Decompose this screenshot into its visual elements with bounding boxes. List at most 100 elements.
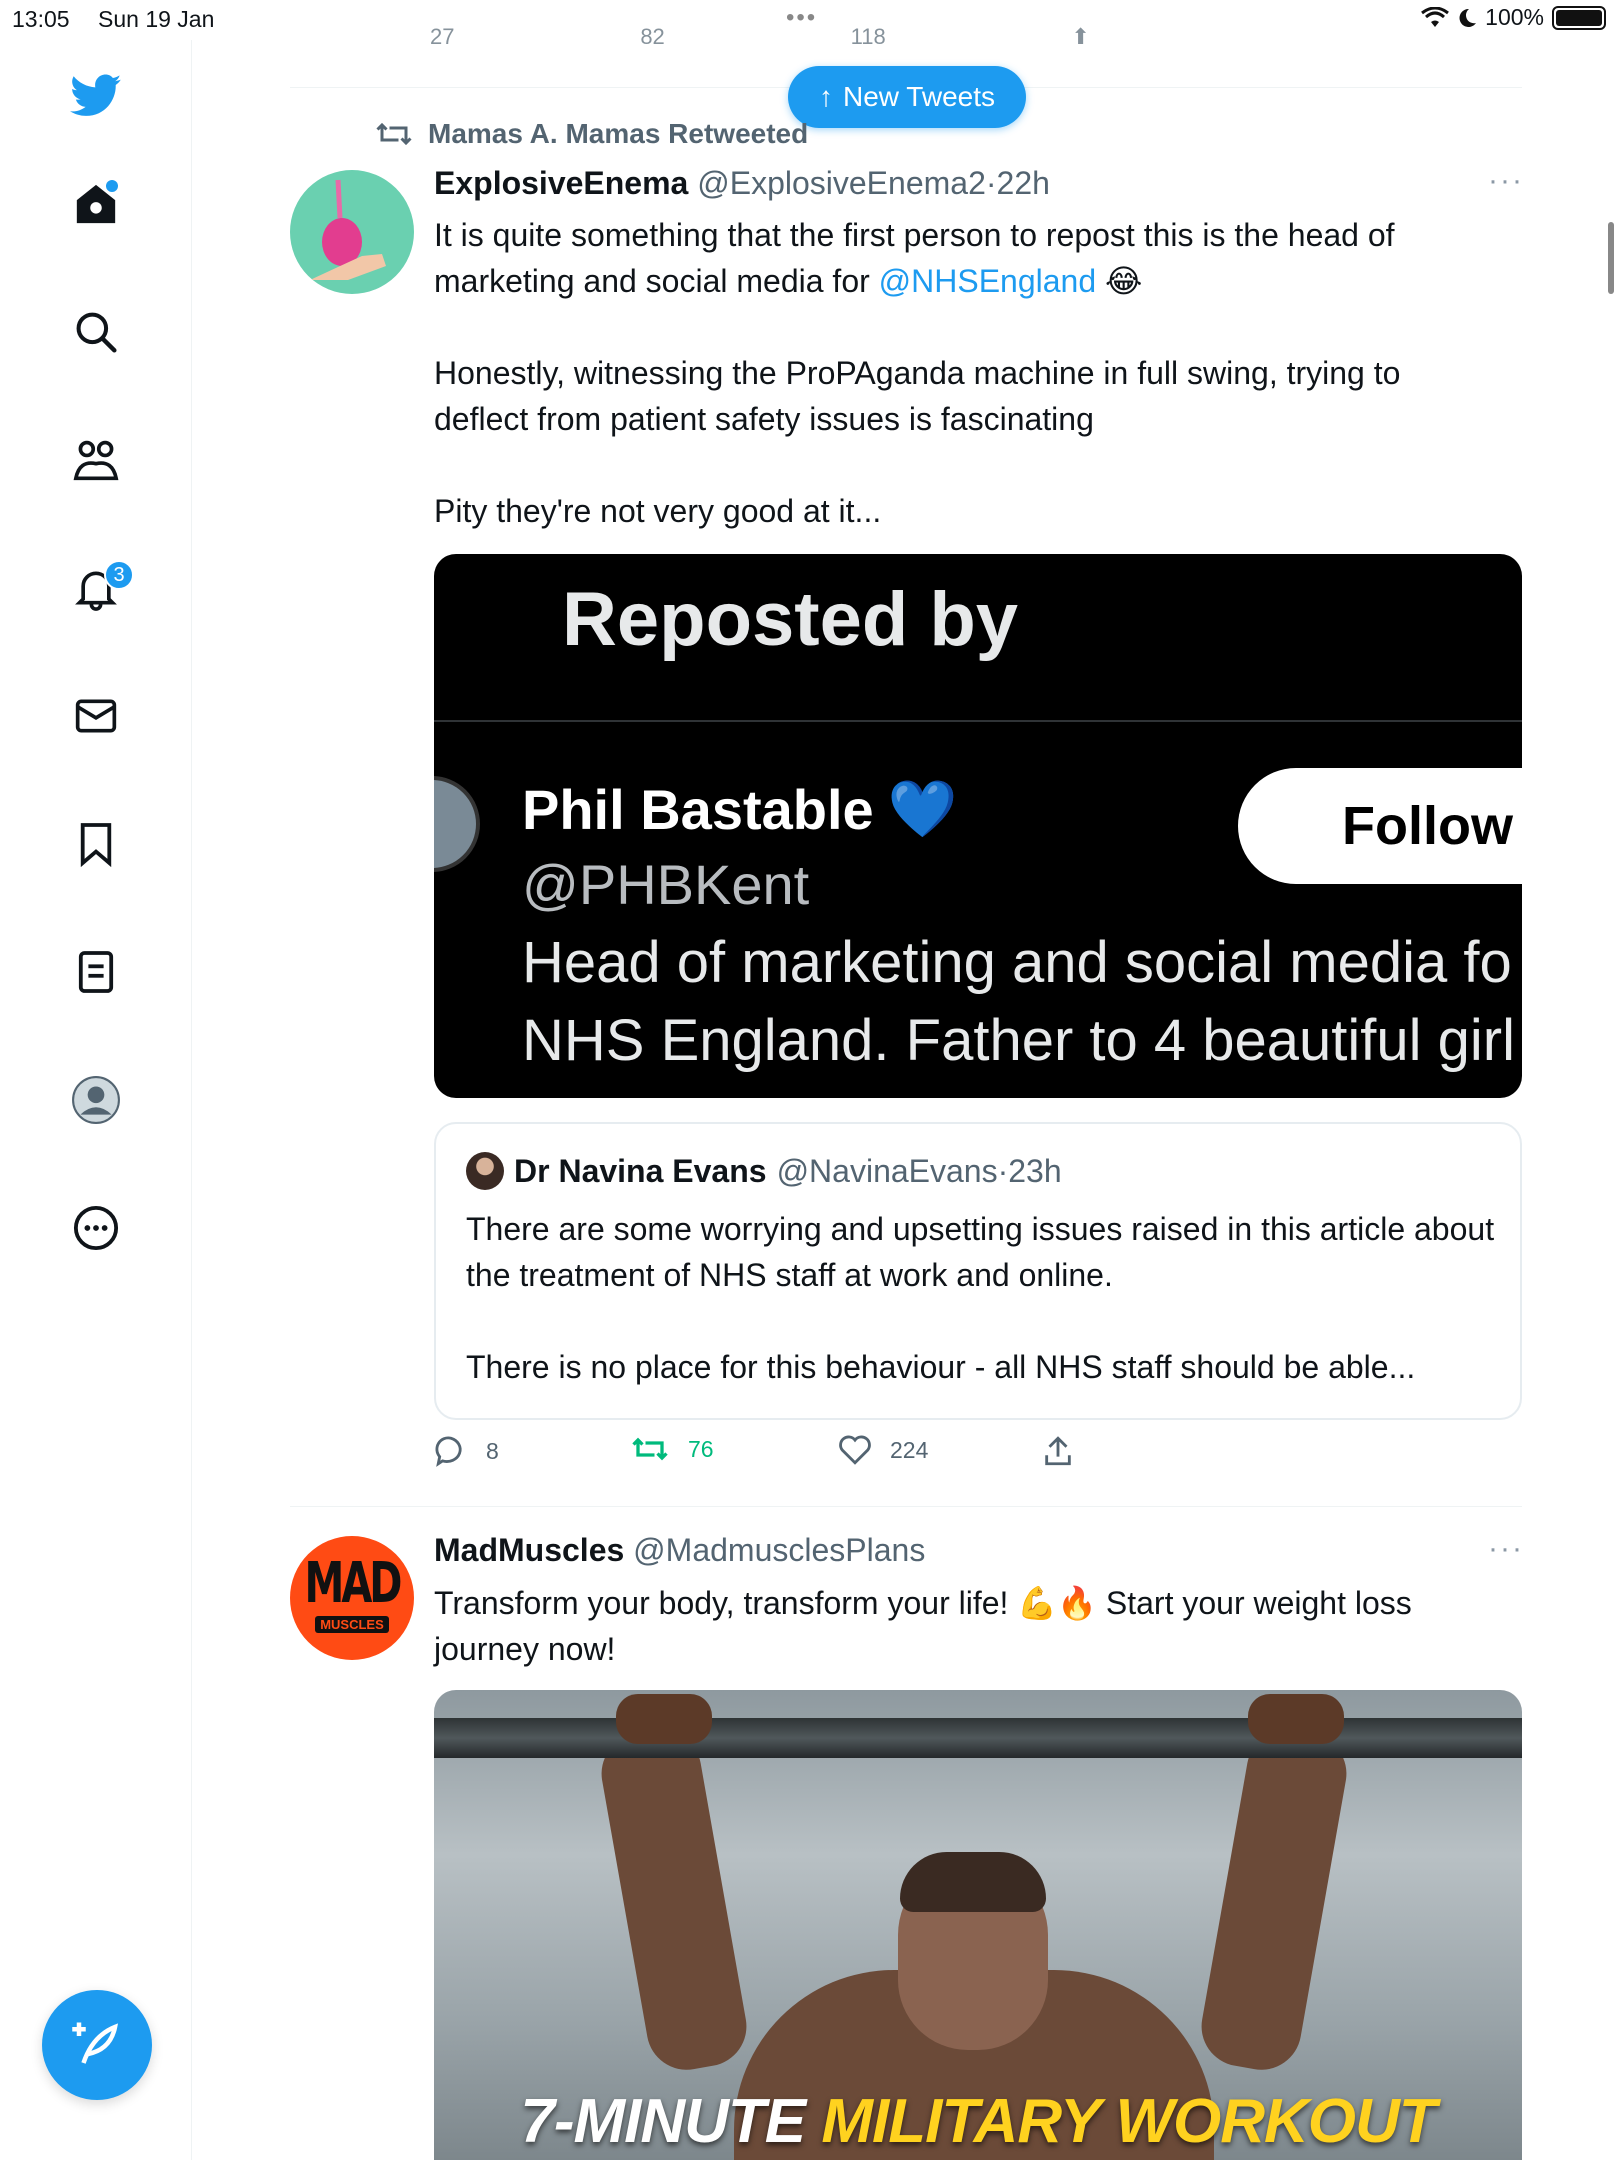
profile-avatar-icon [72, 1076, 120, 1124]
home-unread-dot [106, 180, 118, 192]
nav-lists[interactable] [64, 940, 128, 1004]
retweet-button[interactable]: 76 [630, 1434, 714, 1464]
nav-bookmarks[interactable] [64, 812, 128, 876]
quoted-author-avatar [466, 1152, 504, 1190]
tweet-paragraph-1: It is quite something that the first per… [434, 212, 1494, 304]
image-header-text: Reposted by [562, 577, 1019, 662]
tweet2-header: MadMuscles @MadmusclesPlans [434, 1532, 925, 1569]
tweet-header: ExplosiveEnema @ExplosiveEnema2·22h [434, 165, 1050, 202]
quoted-paragraph-2: There is no place for this behaviour - a… [466, 1349, 1416, 1385]
caption-yellow: MILITARY WORKOUT [821, 2087, 1436, 2156]
retweet-count: 76 [688, 1435, 714, 1462]
image-follow-button: Follow [1238, 768, 1522, 884]
battery-percent: 100% [1485, 4, 1544, 30]
retweet-icon [632, 1437, 668, 1461]
image-profile-name: Phil Bastable [522, 777, 874, 841]
scrollbar[interactable] [1608, 222, 1614, 294]
quoted-author-handle: @NavinaEvans [776, 1152, 998, 1189]
search-icon [76, 312, 117, 353]
new-tweets-label: New Tweets [843, 81, 995, 112]
compose-tweet-button[interactable] [42, 1990, 152, 2100]
sidebar: 3 [0, 40, 192, 2160]
nav-home[interactable] [64, 172, 128, 236]
image-right-arm [1195, 1723, 1353, 2077]
quoted-paragraph-1: There are some worrying and upsetting is… [466, 1211, 1495, 1293]
retweet-context[interactable]: Mamas A. Mamas Retweeted [374, 118, 808, 150]
tweet-paragraph-3: Pity they're not very good at it... [434, 493, 882, 529]
tweet-paragraph-2: Honestly, witnessing the ProPAganda mach… [434, 355, 1401, 437]
retweeted-by-label: Mamas A. Mamas Retweeted [428, 118, 809, 149]
avatar-logo-line-2: MUSCLES [315, 1615, 389, 1633]
tweet2-author-name[interactable]: MadMuscles [434, 1532, 624, 1568]
new-tweets-pill[interactable]: ↑ New Tweets [788, 66, 1026, 128]
author-name[interactable]: ExplosiveEnema [434, 165, 688, 201]
image-profile-handle: @PHBKent [522, 853, 810, 916]
author-handle[interactable]: @ExplosiveEnema2 [697, 165, 986, 201]
nav-more[interactable] [64, 1196, 128, 1260]
image-profile-avatar [434, 776, 480, 872]
tweet2-author-handle[interactable]: @MadmusclesPlans [633, 1532, 925, 1568]
quoted-tweet[interactable]: Dr Navina Evans @NavinaEvans·23h There a… [434, 1122, 1522, 1420]
tweet-divider [290, 1506, 1522, 1507]
tweet2-text-start: Transform your body, transform your life… [434, 1585, 1018, 1621]
tweet-body: It is quite something that the first per… [434, 212, 1494, 534]
reply-button[interactable]: 8 [434, 1434, 499, 1468]
nav-communities[interactable] [64, 428, 128, 492]
image-left-arm [595, 1723, 753, 2077]
bookmark-icon [80, 823, 112, 867]
notifications-count-badge: 3 [104, 560, 134, 590]
tweet2-image[interactable]: 7-MINUTE MILITARY WORKOUT [434, 1690, 1522, 2160]
reply-count: 8 [486, 1437, 499, 1464]
image-left-hand [616, 1694, 712, 1744]
moon-icon [1459, 8, 1477, 27]
tweet2-more-button[interactable]: ··· [1488, 1532, 1524, 1566]
previous-share-icon: ⬆ [1071, 24, 1090, 49]
tweet2-paragraph: Transform your body, transform your life… [434, 1580, 1494, 1672]
caption-white: 7-MINUTE [520, 2087, 806, 2156]
image-hair [900, 1852, 1046, 1912]
like-count: 224 [890, 1436, 929, 1463]
retweet-icon [376, 122, 412, 146]
wifi-icon [1421, 6, 1450, 27]
nav-explore[interactable] [64, 300, 128, 364]
like-button[interactable]: 224 [838, 1434, 928, 1466]
image-profile-bio: Head of marketing and social media fo NH… [522, 924, 1515, 1080]
quoted-author-name: Dr Navina Evans [514, 1152, 767, 1189]
quoted-tweet-time: 23h [1008, 1152, 1062, 1189]
quoted-tweet-header: Dr Navina Evans @NavinaEvans·23h [466, 1152, 1062, 1190]
tweet-actions: 8 76 224 [434, 1434, 1194, 1480]
battery-icon [1552, 5, 1606, 30]
meta-dot: · [985, 165, 997, 201]
tweet-image[interactable]: Reposted by Phil Bastable 💙 @PHBKent Hea… [434, 554, 1522, 1098]
author-avatar[interactable] [290, 170, 414, 294]
status-right: 100% [1421, 4, 1606, 31]
image-caption: 7-MINUTE MILITARY WORKOUT [434, 2086, 1522, 2157]
mention-link[interactable]: @NHSEngland [879, 263, 1096, 299]
image-bio-line-1: Head of marketing and social media fo [522, 930, 1512, 995]
tweet-more-button[interactable]: ··· [1488, 164, 1524, 198]
quoted-tweet-body: There are some worrying and upsetting is… [466, 1206, 1496, 1436]
avatar-logo-line-1: MAD [304, 1551, 403, 1616]
share-button[interactable] [1042, 1434, 1074, 1468]
nav-notifications[interactable]: 3 [64, 556, 134, 620]
madmuscles-avatar[interactable]: MAD MUSCLES [290, 1536, 414, 1660]
nav-profile[interactable] [64, 1068, 128, 1132]
tweet2-body: Transform your body, transform your life… [434, 1580, 1494, 1672]
image-pullup-bar [434, 1718, 1522, 1758]
image-divider [434, 720, 1522, 722]
laughing-emoji: 😂 [1105, 263, 1143, 299]
previous-retweet-count: 82 [640, 24, 665, 49]
feather-plus-icon [72, 2022, 119, 2064]
quoted-meta-dot: · [997, 1152, 1009, 1189]
nav-messages[interactable] [64, 684, 128, 748]
envelope-icon [75, 699, 117, 733]
reply-icon [435, 1436, 462, 1467]
status-date: Sun 19 Jan [98, 6, 215, 32]
arrow-up-icon: ↑ [819, 81, 833, 112]
share-icon [1045, 1436, 1071, 1466]
communities-icon [73, 440, 119, 481]
tweet-time[interactable]: 22h [997, 165, 1050, 201]
lists-icon [78, 951, 114, 993]
twitter-logo-icon[interactable] [64, 64, 128, 128]
blue-heart-emoji: 💙 [887, 777, 958, 840]
